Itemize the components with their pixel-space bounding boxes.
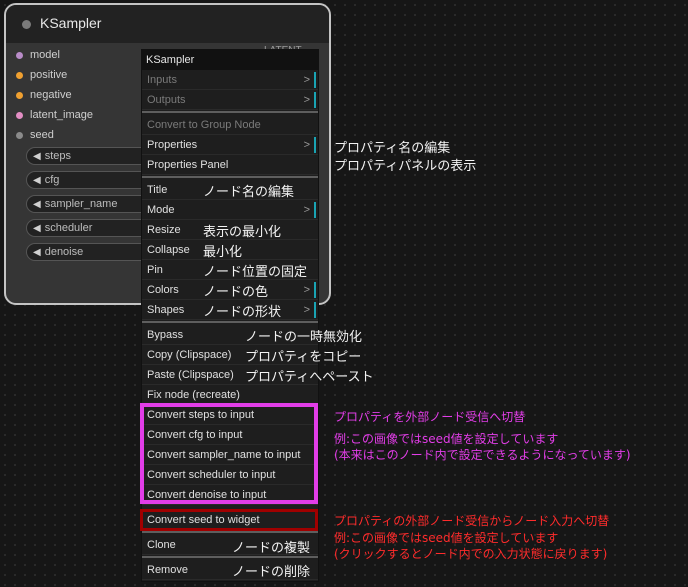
menu-item-label: Inputs (147, 74, 177, 86)
annotation-paste: プロパティへペースト (245, 370, 374, 385)
slot-label: positive (30, 69, 68, 81)
input-slot-latent-image[interactable]: latent_image (16, 107, 93, 123)
menu-separator (142, 556, 318, 558)
menu-item-label: Bypass (147, 329, 184, 341)
submenu-indicator-bar (314, 302, 316, 318)
annotation-bypass: ノードの一時無効化 (245, 330, 363, 345)
menu-separator (142, 321, 318, 323)
widget-label: denoise (44, 246, 84, 258)
decrement-arrow-icon[interactable]: ◀ (33, 199, 41, 210)
submenu-indicator-bar (314, 137, 316, 153)
annotation-convert-inputs-line3: (本来はこのノード内で設定できるようになっています) (334, 448, 631, 462)
menu-item-label: Properties (147, 139, 198, 151)
annotation-title: ノード名の編集 (203, 185, 295, 200)
annotation-clone: ノードの複製 (232, 541, 311, 556)
node-title-bar[interactable]: KSampler (6, 5, 329, 43)
menu-item-inputs[interactable]: Inputs > (142, 70, 318, 90)
submenu-arrow-icon: > (303, 304, 310, 316)
menu-separator (142, 111, 318, 113)
menu-item-label: Fix node (recreate) (147, 389, 240, 401)
node-collapse-dot[interactable] (22, 20, 31, 29)
menu-item-label: Title (147, 184, 168, 196)
menu-item-label: Outputs (147, 94, 186, 106)
annotation-copy: プロパティをコピー (245, 350, 362, 365)
slot-label: negative (30, 89, 72, 101)
annotation-resize: 表示の最小化 (203, 225, 282, 240)
menu-item-label: Convert to Group Node (147, 119, 261, 131)
submenu-arrow-icon: > (303, 204, 310, 216)
annotation-shapes: ノードの形状 (203, 305, 282, 320)
annotation-pin: ノード位置の固定 (203, 265, 308, 280)
submenu-indicator-bar (314, 202, 316, 218)
submenu-indicator-bar (314, 282, 316, 298)
decrement-arrow-icon[interactable]: ◀ (33, 175, 41, 186)
menu-item-convert-to-group-node[interactable]: Convert to Group Node (142, 115, 318, 135)
widget-label: steps (44, 150, 71, 162)
submenu-arrow-icon: > (303, 74, 310, 86)
menu-item-label: Paste (Clipspace) (147, 369, 234, 381)
menu-item-label: Colors (147, 284, 179, 296)
menu-item-mode[interactable]: Mode > (142, 200, 318, 220)
decrement-arrow-icon[interactable]: ◀ (33, 151, 41, 162)
slot-dot[interactable] (16, 111, 23, 119)
input-slot-seed[interactable]: seed (16, 127, 54, 143)
submenu-arrow-icon: > (303, 284, 310, 296)
slot-dot[interactable] (16, 131, 23, 139)
submenu-arrow-icon: > (303, 139, 310, 151)
highlight-convert-widget (140, 509, 318, 531)
menu-item-properties-panel[interactable]: Properties Panel (142, 155, 318, 175)
slot-label: model (30, 49, 60, 61)
menu-item-label: Clone (147, 539, 176, 551)
slot-dot[interactable] (16, 51, 23, 59)
annotation-convert-widget-line3: (クリックするとノード内での入力状態に戻ります) (334, 547, 608, 561)
menu-title: KSampler (142, 50, 318, 70)
menu-separator (142, 531, 318, 533)
widget-label: sampler_name (44, 198, 118, 210)
highlight-convert-inputs (140, 403, 318, 504)
annotation-convert-widget-line1: プロパティの外部ノード受信からノード入力へ切替 (334, 514, 610, 528)
annotation-convert-inputs-line2: 例:この画像ではseed値を設定しています (334, 432, 559, 446)
widget-label: scheduler (44, 222, 93, 234)
slot-label: seed (30, 129, 54, 141)
menu-item-outputs[interactable]: Outputs > (142, 90, 318, 110)
menu-item-label: Collapse (147, 244, 190, 256)
input-slot-model[interactable]: model (16, 47, 60, 63)
menu-item-label: Mode (147, 204, 175, 216)
input-slot-negative[interactable]: negative (16, 87, 72, 103)
annotation-colors: ノードの色 (203, 285, 269, 300)
annotation-properties: プロパティ名の編集 (334, 141, 451, 156)
decrement-arrow-icon[interactable]: ◀ (33, 247, 41, 258)
decrement-arrow-icon[interactable]: ◀ (33, 223, 41, 234)
annotation-convert-inputs-line1: プロパティを外部ノード受信へ切替 (334, 410, 526, 424)
menu-item-properties[interactable]: Properties > (142, 135, 318, 155)
submenu-indicator-bar (314, 72, 316, 88)
submenu-arrow-icon: > (303, 94, 310, 106)
menu-item-fix-node[interactable]: Fix node (recreate) (142, 385, 318, 405)
annotation-collapse: 最小化 (203, 245, 243, 260)
annotation-remove: ノードの削除 (232, 565, 311, 580)
slot-dot[interactable] (16, 71, 23, 79)
slot-label: latent_image (30, 109, 93, 121)
widget-label: cfg (44, 174, 60, 186)
slot-dot[interactable] (16, 91, 23, 99)
annotation-properties-panel: プロパティパネルの表示 (334, 159, 477, 174)
menu-item-label: Resize (147, 224, 181, 236)
menu-item-label: Pin (147, 264, 163, 276)
node-title: KSampler (40, 15, 102, 31)
menu-item-label: Properties Panel (147, 159, 229, 171)
input-slot-positive[interactable]: positive (16, 67, 67, 83)
menu-item-label: Remove (147, 564, 188, 576)
submenu-indicator-bar (314, 92, 316, 108)
menu-item-label: Shapes (147, 304, 185, 316)
menu-separator (142, 176, 318, 178)
annotation-convert-widget-line2: 例:この画像ではseed値を設定しています (334, 531, 559, 545)
menu-item-label: Copy (Clipspace) (147, 349, 232, 361)
